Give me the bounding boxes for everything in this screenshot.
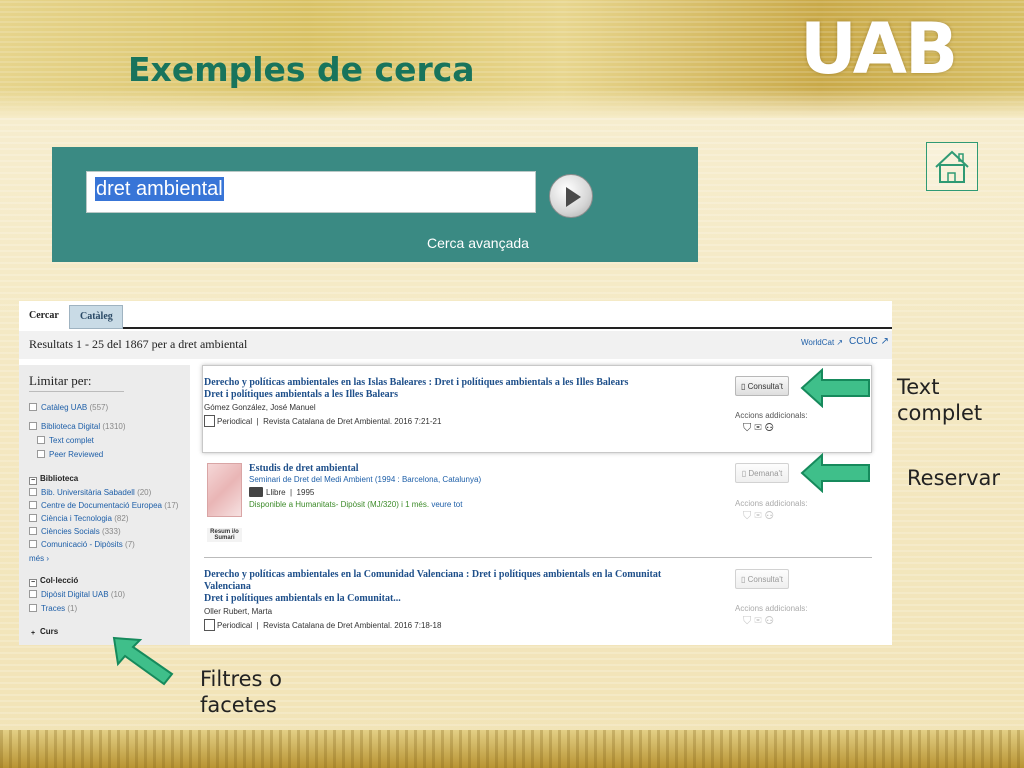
annotation-text-complet: Text complet: [897, 375, 983, 425]
facet-item[interactable]: Biblioteca Digital (1310): [29, 422, 126, 431]
facet-item[interactable]: Dipòsit Digital UAB (10): [29, 590, 125, 599]
record-title-alt[interactable]: Dret i polítiques ambientals en la Comun…: [204, 593, 674, 605]
checkbox[interactable]: [29, 403, 37, 411]
result-record: Derecho y políticas ambientales en la Co…: [204, 569, 674, 631]
basket-icon[interactable]: ⛉: [743, 510, 754, 522]
facet-item[interactable]: Peer Reviewed: [37, 450, 103, 459]
header-fade: [0, 88, 1024, 118]
basket-icon[interactable]: ⛉: [743, 615, 754, 627]
checkbox[interactable]: [29, 488, 37, 496]
advanced-search-link[interactable]: Cerca avançada: [427, 235, 529, 251]
action-icons: ⛉✉⚇: [743, 615, 777, 628]
facet-section-colleccio[interactable]: − Col·lecció: [29, 576, 78, 587]
document-icon: [204, 619, 215, 631]
document-icon: [204, 415, 215, 427]
search-panel: dret ambiental Cerca avançada: [52, 147, 698, 262]
uab-logo: UAB: [800, 8, 958, 90]
arrow-left-icon: [800, 453, 870, 493]
facet-section-biblioteca[interactable]: − Biblioteca: [29, 474, 78, 485]
checkbox[interactable]: [37, 436, 45, 444]
expand-icon[interactable]: +: [29, 630, 37, 639]
facet-section-curs[interactable]: + Curs: [29, 627, 58, 639]
arrow-left-icon: [800, 368, 870, 408]
footer-banner: [0, 730, 1024, 768]
basket-icon[interactable]: ⛉: [743, 422, 754, 434]
demana-button[interactable]: ▯ Demana't: [735, 463, 789, 483]
action-icons: ⛉✉⚇: [743, 422, 777, 435]
record-divider: [204, 557, 872, 558]
results-summary: Resultats 1 - 25 del 1867 per a dret amb…: [29, 337, 248, 351]
checkbox[interactable]: [29, 501, 37, 509]
collapse-icon[interactable]: −: [29, 579, 37, 587]
record-format: Periodical | Revista Catalana de Dret Am…: [204, 619, 674, 631]
arrow-up-left-icon: [112, 636, 174, 686]
house-icon: [935, 150, 969, 183]
catalog-results-panel: Cercar Catàleg Resultats 1 - 25 del 1867…: [19, 301, 892, 645]
play-arrow-icon: [566, 187, 581, 207]
book-cover-image[interactable]: [207, 463, 242, 517]
annotation-reservar: Reservar: [907, 466, 1000, 490]
record-title[interactable]: Derecho y políticas ambientales en la Co…: [204, 569, 674, 593]
checkbox[interactable]: [29, 540, 37, 548]
facet-item[interactable]: Bib. Universitària Sabadell (20): [29, 488, 151, 497]
facet-item[interactable]: Text complet: [37, 436, 94, 445]
home-button[interactable]: [926, 142, 978, 191]
results-bar: Resultats 1 - 25 del 1867 per a dret amb…: [19, 331, 892, 359]
search-submit-button[interactable]: [549, 174, 593, 218]
record-format: Llibre | 1995: [249, 487, 729, 497]
mail-icon[interactable]: ✉: [754, 422, 765, 434]
tab-cataleg[interactable]: Catàleg: [69, 305, 123, 329]
binoculars-icon[interactable]: ⚇: [765, 422, 777, 434]
extra-actions-label: Accions addicionals:: [735, 499, 808, 508]
annotation-filtres: Filtres o facetes: [200, 667, 283, 717]
book-icon: [249, 487, 263, 497]
facets-heading: Limitar per:: [29, 373, 124, 392]
facet-item[interactable]: Comunicació - Dipòsits (7): [29, 540, 135, 549]
extra-actions-label: Accions addicionals:: [735, 604, 808, 613]
checkbox[interactable]: [29, 604, 37, 612]
record-title[interactable]: Estudis de dret ambiental: [249, 463, 729, 475]
checkbox[interactable]: [29, 514, 37, 522]
checkbox[interactable]: [37, 450, 45, 458]
facets-sidebar: Limitar per: Catàleg UAB (557) Bibliotec…: [19, 365, 190, 645]
search-input[interactable]: dret ambiental: [86, 171, 536, 213]
mail-icon[interactable]: ✉: [754, 615, 765, 627]
collapse-icon[interactable]: −: [29, 477, 37, 485]
binoculars-icon[interactable]: ⚇: [765, 510, 777, 522]
search-query-text: dret ambiental: [95, 177, 224, 201]
worldcat-link[interactable]: WorldCat ↗: [801, 338, 843, 347]
ccuc-link[interactable]: CCUC ↗: [849, 336, 889, 347]
mail-icon[interactable]: ✉: [754, 510, 765, 522]
action-icons: ⛉✉⚇: [743, 510, 777, 523]
result-record: Estudis de dret ambiental Seminari de Dr…: [249, 463, 729, 509]
facet-item[interactable]: Catàleg UAB (557): [29, 403, 108, 412]
consulta-button[interactable]: ▯ Consulta't: [735, 569, 789, 589]
record-subtitle[interactable]: Seminari de Dret del Medi Ambient (1994 …: [249, 475, 729, 484]
binoculars-icon[interactable]: ⚇: [765, 615, 777, 627]
checkbox[interactable]: [29, 590, 37, 598]
facet-item[interactable]: Centre de Documentació Europea (17): [29, 501, 178, 510]
facet-item[interactable]: Ciència i Tecnologia (82): [29, 514, 128, 523]
tab-cercar[interactable]: Cercar: [19, 305, 69, 329]
facet-item[interactable]: Ciències Socials (333): [29, 527, 121, 536]
facet-item[interactable]: Traces (1): [29, 604, 77, 613]
consulta-button[interactable]: ▯ Consulta't: [735, 376, 789, 396]
extra-actions-label: Accions addicionals:: [735, 411, 808, 420]
record-author: Oller Rubert, Marta: [204, 607, 273, 616]
checkbox[interactable]: [29, 422, 37, 430]
facet-more-link[interactable]: més ›: [29, 554, 49, 563]
tab-bar: Cercar Catàleg: [19, 301, 892, 329]
slide-title: Exemples de cerca: [128, 50, 475, 89]
checkbox[interactable]: [29, 527, 37, 535]
see-all-link[interactable]: veure tot: [431, 500, 462, 509]
cover-caption[interactable]: Resum i/o Sumari: [207, 528, 242, 542]
record-availability: Disponible a Humanitats- Dipòsit (MJ/320…: [249, 500, 463, 509]
